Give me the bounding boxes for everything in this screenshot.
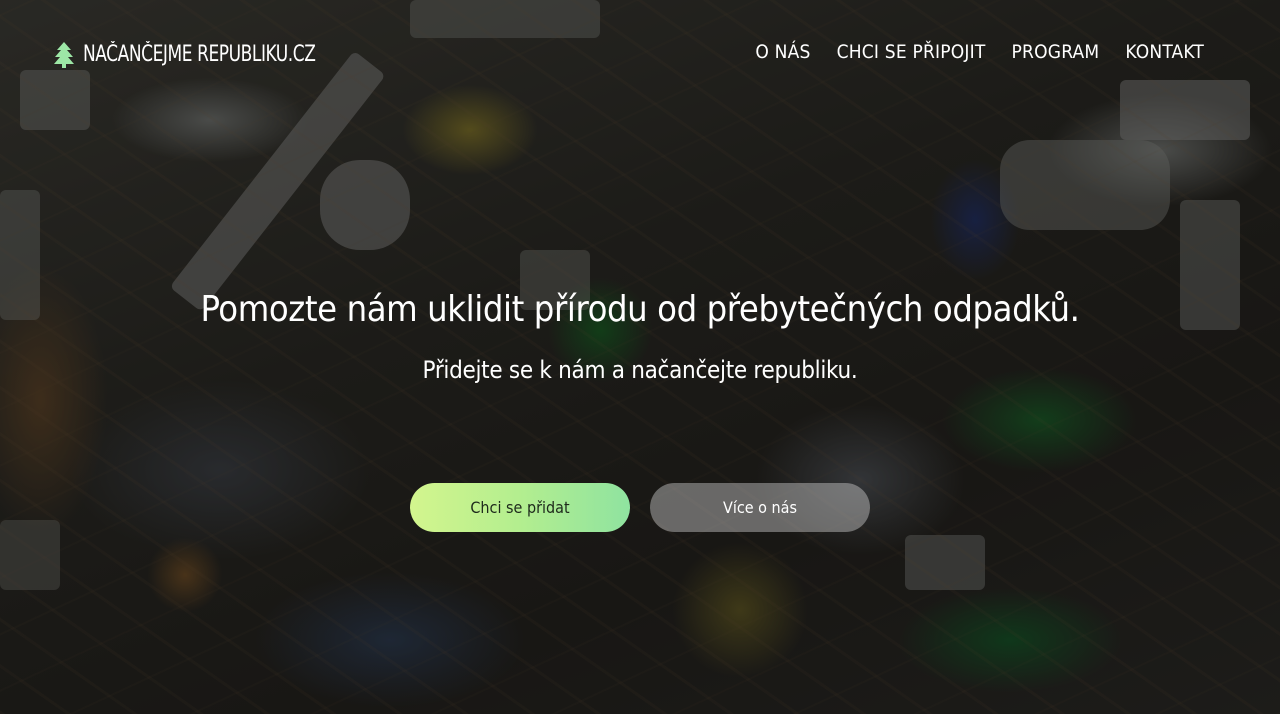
nav-item-chci-se-pripojit[interactable]: CHCI SE PŘIPOJIT bbox=[837, 39, 986, 65]
nav-item-kontakt[interactable]: KONTAKT bbox=[1125, 39, 1204, 65]
nav-item-program[interactable]: PROGRAM bbox=[1012, 39, 1100, 65]
hero-section: NAČANČEJME REPUBLIKU.CZ O NÁS CHCI SE PŘ… bbox=[0, 0, 1280, 714]
hero-subline: Přidejte se k nám a načančejte republiku… bbox=[422, 356, 858, 384]
tree-icon bbox=[53, 41, 75, 69]
brand-name: NAČANČEJME REPUBLIKU.CZ bbox=[83, 42, 316, 67]
nav-item-o-nas[interactable]: O NÁS bbox=[755, 39, 810, 65]
main-menu: O NÁS CHCI SE PŘIPOJIT PROGRAM KONTAKT bbox=[755, 39, 1204, 65]
hero-headline: Pomozte nám uklidit přírodu od přebytečn… bbox=[200, 289, 1080, 330]
about-us-button[interactable]: Více o nás bbox=[650, 483, 870, 532]
brand-logo-link[interactable]: NAČANČEJME REPUBLIKU.CZ bbox=[53, 40, 353, 70]
join-button[interactable]: Chci se přidat bbox=[410, 483, 630, 532]
top-navigation: NAČANČEJME REPUBLIKU.CZ O NÁS CHCI SE PŘ… bbox=[0, 0, 1280, 104]
